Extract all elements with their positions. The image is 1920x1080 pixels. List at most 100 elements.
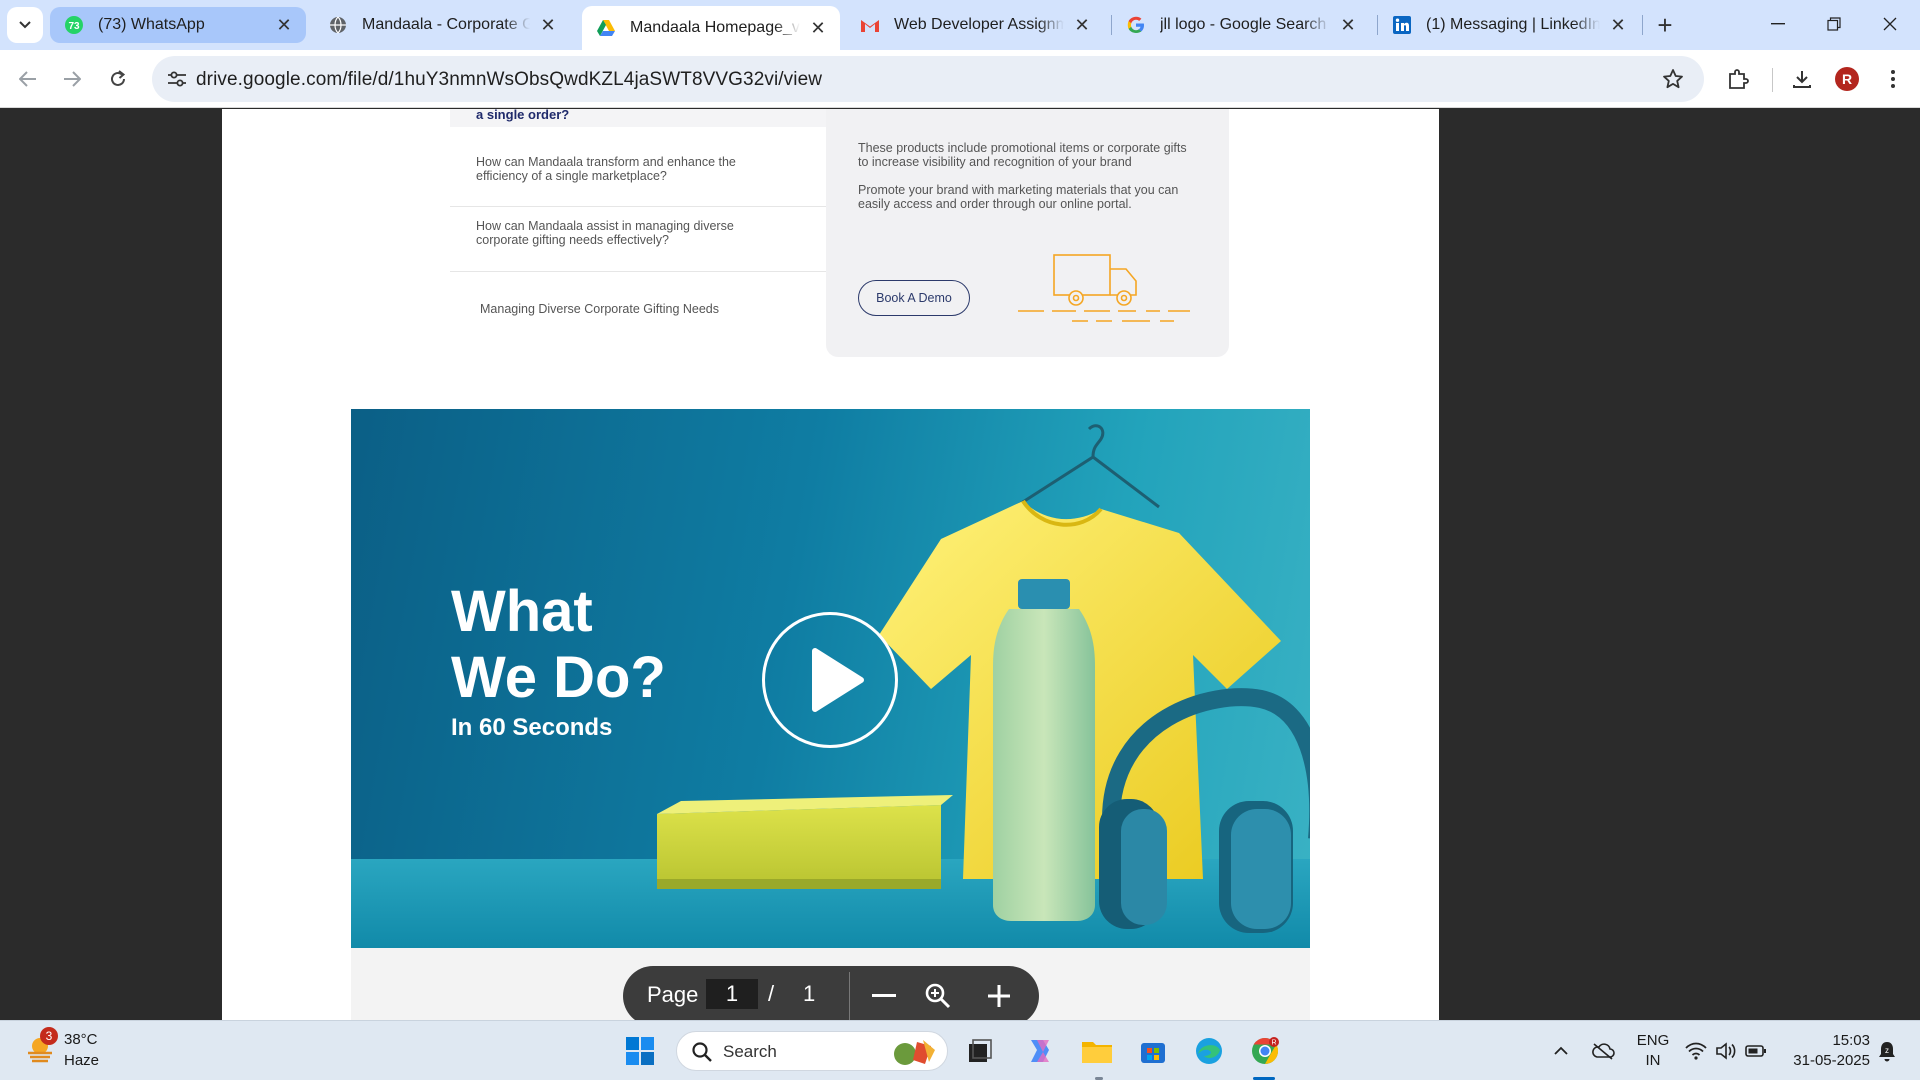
temperature: 38°C (64, 1031, 98, 1048)
tab-linkedin[interactable]: (1) Messaging | LinkedIn ✕ (1378, 7, 1640, 43)
site-info-button[interactable] (162, 64, 192, 94)
faq-question: How can Mandaala transform and enhance t… (476, 155, 736, 183)
close-icon[interactable]: ✕ (538, 15, 558, 35)
zoom-button[interactable] (922, 980, 954, 1012)
menu-button[interactable] (1877, 63, 1909, 95)
close-icon[interactable]: ✕ (808, 18, 828, 38)
bing-highlight-icon (894, 1040, 935, 1065)
battery-button[interactable] (1743, 1039, 1769, 1063)
gmail-icon (860, 15, 880, 35)
chrome-button[interactable]: R (1245, 1031, 1285, 1071)
weather-condition: Haze (64, 1052, 100, 1069)
video-title: What We Do? (451, 579, 666, 711)
minimize-icon (1771, 23, 1785, 25)
close-icon[interactable]: ✕ (274, 15, 294, 35)
edge-icon (1196, 1038, 1222, 1064)
file-explorer-button[interactable] (1077, 1031, 1117, 1071)
zoom-out-button[interactable] (868, 980, 900, 1012)
restore-button[interactable] (1806, 0, 1862, 48)
weather-alert-badge: 3 (40, 1027, 58, 1045)
linkedin-icon (1392, 15, 1412, 35)
minimize-button[interactable] (1750, 0, 1806, 48)
start-button[interactable] (620, 1031, 660, 1071)
svg-text:R: R (1271, 1040, 1276, 1047)
battery-icon (1745, 1045, 1766, 1057)
microsoft-store-button[interactable] (1133, 1031, 1173, 1071)
show-hidden-icons-button[interactable] (1548, 1039, 1574, 1063)
panel-paragraph: Promote your brand with marketing materi… (858, 183, 1179, 211)
tab-title: Mandaala - Corporate Gifting (362, 16, 530, 33)
video-thumbnail[interactable]: What We Do? In 60 Seconds (351, 409, 1310, 948)
pdf-viewer: a single order? How can Mandaala transfo… (0, 109, 1920, 1020)
volume-button[interactable] (1713, 1039, 1739, 1063)
close-icon[interactable]: ✕ (1338, 15, 1358, 35)
notifications-button[interactable]: z (1874, 1039, 1900, 1063)
reload-icon (111, 70, 126, 86)
panel-paragraph: These products include promotional items… (858, 141, 1187, 169)
play-button[interactable] (762, 612, 898, 748)
edge-button[interactable] (1189, 1031, 1229, 1071)
close-icon (1883, 17, 1897, 31)
tab-title: Mandaala Homepage_v15.pdf (630, 19, 800, 36)
new-tab-button[interactable]: + (1650, 10, 1680, 40)
tab-whatsapp[interactable]: 73 (73) WhatsApp ✕ (50, 7, 306, 43)
svg-text:73: 73 (68, 21, 80, 32)
minus-icon (872, 994, 896, 997)
chevron-down-icon (19, 21, 31, 29)
tab-gmail[interactable]: Web Developer Assignment ✕ (846, 7, 1104, 43)
whatsapp-icon: 73 (64, 15, 84, 35)
profile-avatar[interactable]: R (1835, 67, 1859, 91)
address-bar[interactable]: drive.google.com/file/d/1huY3nmnWsObsQwd… (152, 56, 1704, 102)
clock[interactable]: 15:03 31-05-2025 (1776, 1031, 1870, 1071)
volume-icon (1716, 1042, 1736, 1060)
arrow-right-icon (64, 71, 81, 87)
task-view-icon (969, 1039, 992, 1062)
language-code: ENG (1636, 1032, 1670, 1049)
toolbar-separator (1772, 68, 1773, 92)
tune-icon (168, 71, 186, 87)
tab-mandaala-site[interactable]: Mandaala - Corporate Gifting ✕ (314, 7, 570, 43)
book-demo-button[interactable]: Book A Demo (858, 280, 970, 316)
close-icon[interactable]: ✕ (1072, 15, 1092, 35)
url-text[interactable]: drive.google.com/file/d/1huY3nmnWsObsQwd… (196, 69, 822, 91)
tab-mandaala-pdf[interactable]: Mandaala Homepage_v15.pdf ✕ (582, 6, 840, 50)
folder-icon (1082, 1042, 1112, 1063)
bell-icon: z (1879, 1042, 1895, 1062)
extensions-button[interactable] (1722, 63, 1754, 95)
taskbar-search[interactable]: Search (676, 1031, 948, 1071)
tab-google-search[interactable]: jll logo - Google Search ✕ (1112, 7, 1370, 43)
tab-title: jll logo - Google Search (1160, 16, 1327, 33)
wifi-button[interactable] (1683, 1039, 1709, 1063)
windows-icon (626, 1037, 654, 1065)
back-button[interactable] (10, 61, 46, 97)
page-total: 1 (803, 981, 816, 1006)
reload-button[interactable] (100, 61, 136, 97)
faq-item[interactable]: How can Mandaala assist in managing dive… (450, 207, 828, 272)
input-language[interactable]: ENG IN (1633, 1031, 1673, 1071)
faq-item[interactable]: How can Mandaala transform and enhance t… (450, 141, 828, 207)
restore-icon (1827, 17, 1841, 31)
page-number-input[interactable]: 1 (706, 979, 758, 1009)
copilot-button[interactable] (1020, 1031, 1060, 1071)
tab-title: Web Developer Assignment (894, 16, 1064, 33)
tab-search-button[interactable] (7, 7, 43, 43)
close-icon[interactable]: ✕ (1608, 15, 1628, 35)
faq-list: a single order? How can Mandaala transfo… (450, 109, 828, 459)
tab-title: (1) Messaging | LinkedIn (1426, 16, 1600, 33)
zoom-in-button[interactable] (983, 980, 1015, 1012)
forward-button[interactable] (54, 61, 90, 97)
faq-question: a single order? (476, 109, 570, 122)
cloud-offline-icon (1592, 1043, 1615, 1060)
downloads-button[interactable] (1786, 63, 1818, 95)
close-window-button[interactable] (1862, 0, 1918, 48)
task-view-button[interactable] (960, 1031, 1000, 1071)
download-icon (1793, 71, 1811, 88)
page-navigation-bar: Page 1 / 1 (623, 966, 1039, 1020)
chrome-icon: R (1252, 1037, 1279, 1065)
bookmark-button[interactable] (1660, 66, 1686, 92)
search-icon (692, 1042, 712, 1062)
onedrive-button[interactable] (1590, 1039, 1616, 1063)
video-title-line: We Do? (451, 645, 666, 710)
star-icon (1663, 69, 1683, 89)
faq-item[interactable]: Managing Diverse Corporate Gifting Needs (450, 272, 828, 342)
